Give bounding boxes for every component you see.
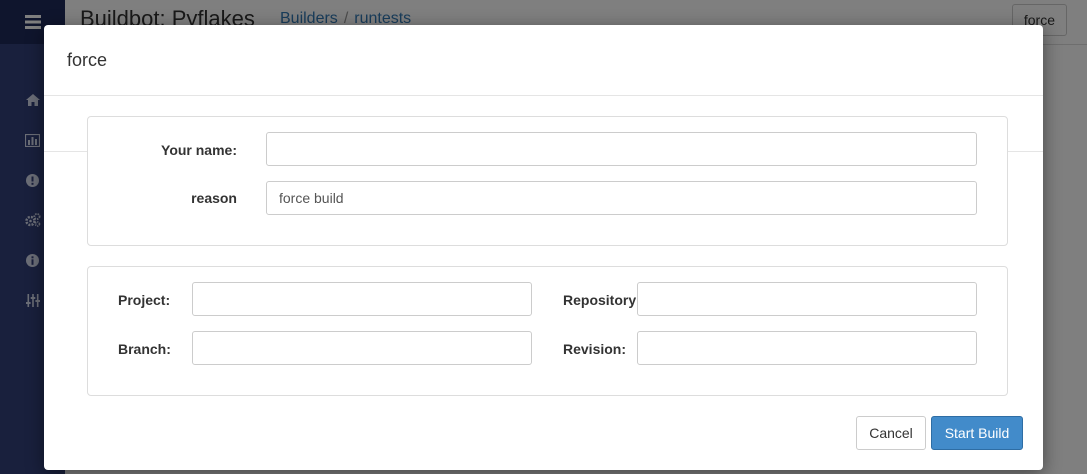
repository-input[interactable] xyxy=(637,282,977,316)
revision-label: Revision: xyxy=(563,341,627,357)
project-input[interactable] xyxy=(192,282,532,316)
force-build-dialog: force Your name: reason Project: Reposit… xyxy=(44,25,1043,470)
branch-label: Branch: xyxy=(118,341,171,357)
branch-input[interactable] xyxy=(192,331,532,365)
name-reason-panel: Your name: reason xyxy=(87,116,1008,246)
reason-label: reason xyxy=(191,190,237,206)
cancel-button[interactable]: Cancel xyxy=(856,416,926,450)
modal-title: force xyxy=(67,50,108,70)
start-build-button[interactable]: Start Build xyxy=(931,416,1023,450)
your-name-input[interactable] xyxy=(266,132,977,166)
source-panel: Project: Repository: Branch: Revision: xyxy=(87,266,1008,396)
modal-header: force xyxy=(44,25,1043,96)
reason-input[interactable] xyxy=(266,181,977,215)
repository-label: Repository: xyxy=(563,292,641,308)
revision-input[interactable] xyxy=(637,331,977,365)
your-name-label: Your name: xyxy=(161,142,237,158)
project-label: Project: xyxy=(118,292,171,308)
